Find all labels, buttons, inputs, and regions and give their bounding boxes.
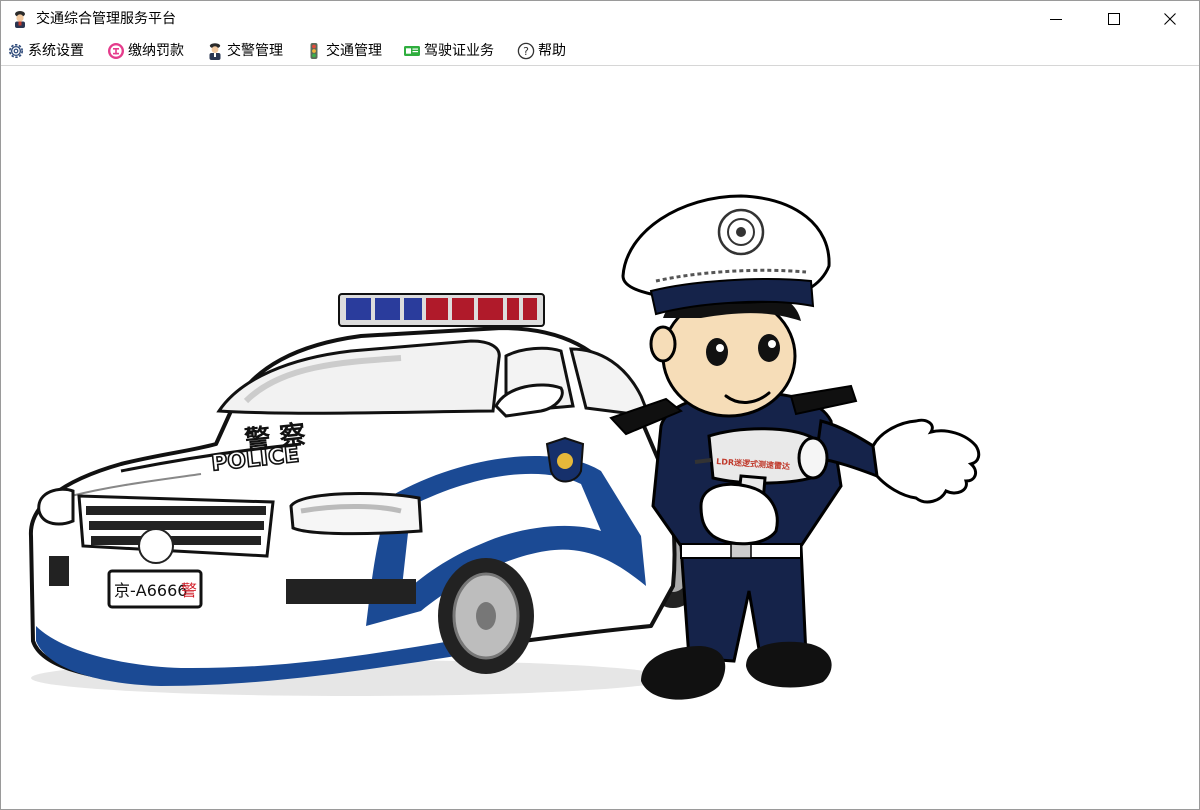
title-bar: 交通综合管理服务平台: [1, 1, 1199, 37]
menu-label: 交通管理: [326, 42, 382, 59]
svg-text:?: ?: [523, 45, 529, 58]
menu-label: 驾驶证业务: [424, 42, 494, 59]
menu-label: 系统设置: [28, 42, 84, 59]
menu-label: 交警管理: [227, 42, 283, 59]
emergency-light-bar: [338, 293, 545, 327]
menu-bar: 系统设置 缴纳罚款 交警管理 交通管理 驾驶证业务 ? 帮助: [1, 37, 1199, 66]
close-button[interactable]: [1141, 1, 1199, 37]
police-officer-icon: [15, 11, 25, 28]
menu-label: 缴纳罚款: [128, 42, 184, 59]
close-icon: [1164, 13, 1176, 25]
plate-suffix: 警: [181, 581, 197, 600]
minimize-icon: [1050, 19, 1062, 20]
traffic-police-icon: [209, 43, 221, 60]
menu-help[interactable]: ? 帮助: [517, 39, 566, 63]
app-window: 交通综合管理服务平台 系统设置 缴纳罚款 交警管理 交通管理 驾驶证业务 ? 帮…: [0, 0, 1200, 810]
help-icon: ?: [517, 42, 535, 60]
menu-driver-license[interactable]: 驾驶证业务: [403, 39, 494, 63]
menu-system-settings[interactable]: 系统设置: [7, 39, 84, 63]
police-car: 警 察 POLICE 京-A6666 警: [28, 293, 705, 696]
traffic-officer: LDR迷逻式测速雷达: [609, 194, 981, 700]
window-title: 交通综合管理服务平台: [36, 11, 176, 27]
violation-badge-icon: [108, 43, 124, 59]
menu-traffic-management[interactable]: 交通管理: [305, 39, 382, 63]
menu-traffic-police[interactable]: 交警管理: [206, 39, 283, 63]
traffic-light-icon: [310, 43, 318, 59]
gear-icon: [9, 44, 23, 58]
main-canvas: 警 察 POLICE 京-A6666 警 LDR迷逻式测速雷达: [1, 66, 1199, 809]
maximize-icon: [1108, 13, 1120, 25]
cap-badge-icon: [717, 208, 765, 256]
menu-pay-fines[interactable]: 缴纳罚款: [107, 39, 184, 63]
minimize-button[interactable]: [1027, 1, 1085, 37]
police-illustration: 警 察 POLICE 京-A6666 警 LDR迷逻式测速雷达: [28, 194, 981, 700]
maximize-button[interactable]: [1085, 1, 1143, 37]
plate-number: 京-A6666: [114, 581, 187, 600]
license-card-icon: [404, 46, 420, 56]
menu-label: 帮助: [538, 42, 566, 59]
